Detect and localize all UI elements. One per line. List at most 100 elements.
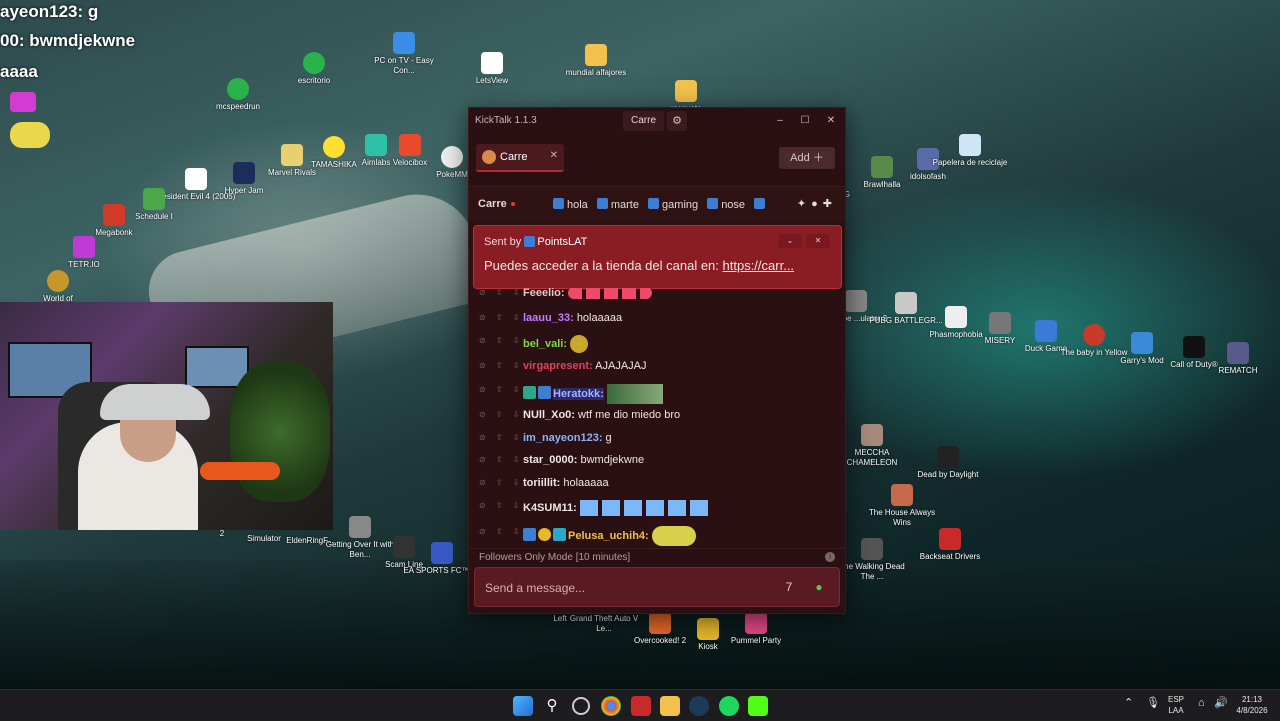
- message-actions[interactable]: ⊘ ⇧ ⇩: [479, 527, 524, 536]
- chat-username[interactable]: star_0000:: [523, 454, 577, 466]
- desktop-icon-label: TETR.IO: [68, 260, 100, 269]
- desktop-icon-mundial[interactable]: mundial alfajores: [556, 44, 636, 78]
- close-icon[interactable]: ✕: [823, 113, 839, 129]
- desktop-icon-letsview[interactable]: LetsView: [452, 52, 532, 86]
- chrome-icon[interactable]: [601, 696, 621, 716]
- message-actions[interactable]: ⊘ ⇧ ⇩: [479, 361, 524, 370]
- desktop-icon-megabonk[interactable]: Megabonk: [74, 204, 154, 238]
- desktop-icon-pc-on-tv[interactable]: PC on TV - Easy Con...: [364, 32, 444, 76]
- chat-username[interactable]: im_nayeon123:: [523, 432, 602, 444]
- volume-icon[interactable]: 🔊: [1214, 698, 1228, 709]
- task-view-icon[interactable]: [572, 697, 590, 715]
- chat-username[interactable]: K4SUM11:: [523, 502, 577, 514]
- desktop-icon-label: PokeMM: [436, 170, 468, 179]
- emote-icon: [579, 500, 712, 516]
- desktop-icon-label: Kiosk: [698, 642, 718, 651]
- spotify-icon[interactable]: [719, 696, 739, 716]
- desktop-icon-hyperjam[interactable]: Hyper Jam: [204, 162, 284, 196]
- file-explorer-icon[interactable]: [660, 696, 680, 716]
- message-actions[interactable]: ⊘ ⇧ ⇩: [479, 410, 524, 419]
- message-line: bel_vali:: [523, 335, 589, 353]
- tag-label[interactable]: hola: [567, 199, 588, 211]
- clock[interactable]: 21:13 4/8/2026: [1230, 694, 1274, 716]
- desktop-icon-left[interactable]: Left: [520, 614, 600, 624]
- chat-message: ⊘ ⇧ ⇩ laauu_33: holaaaaa: [469, 308, 839, 330]
- chat-username[interactable]: NUll_Xo0:: [523, 409, 575, 421]
- title-bar[interactable]: KickTalk 1.1.3 Carre ⚙ – ☐ ✕: [469, 108, 845, 134]
- add-button-label: Add: [790, 152, 810, 164]
- network-icon[interactable]: ⌂: [1198, 698, 1205, 709]
- chat-username[interactable]: toriillit:: [523, 477, 560, 489]
- chat-username[interactable]: laauu_33:: [523, 312, 574, 324]
- chat-username[interactable]: Feeelio:: [523, 288, 565, 299]
- steam-icon[interactable]: [689, 696, 709, 716]
- maximize-icon[interactable]: ☐: [797, 113, 813, 129]
- desktop-icon-label: Backseat Drivers: [919, 552, 981, 561]
- channel-avatar-icon: [482, 150, 496, 164]
- desktop-icon-two[interactable]: 2: [182, 529, 262, 539]
- tag-label[interactable]: gaming: [662, 199, 698, 211]
- user-icon[interactable]: ●: [811, 198, 823, 210]
- message-actions[interactable]: ⊘ ⇧ ⇩: [479, 313, 524, 322]
- info-icon[interactable]: i: [825, 552, 835, 562]
- webcam-feed: [0, 302, 333, 530]
- webcam-plant: [230, 362, 330, 502]
- tab-carre[interactable]: Carre ✕: [476, 144, 564, 172]
- app-icon[interactable]: [631, 696, 651, 716]
- 7tv-icon[interactable]: 7: [779, 577, 799, 597]
- language-indicator[interactable]: ESP LAA: [1168, 694, 1184, 716]
- desktop-icon-backseat[interactable]: Backseat Drivers: [910, 528, 990, 562]
- chat-text: bwmdjekwne: [580, 454, 645, 466]
- minimize-icon[interactable]: –: [772, 113, 788, 129]
- message-actions[interactable]: ⊘ ⇧ ⇩: [479, 385, 524, 394]
- close-tab-icon[interactable]: ✕: [550, 150, 558, 161]
- search-icon[interactable]: ⚲: [542, 696, 562, 716]
- tag-label[interactable]: marte: [611, 199, 639, 211]
- message-actions[interactable]: ⊘ ⇧ ⇩: [479, 455, 524, 464]
- unpin-icon[interactable]: ✕: [806, 234, 830, 248]
- chevron-up-icon[interactable]: ⌃: [1124, 698, 1133, 709]
- chat-username[interactable]: Heratokk:: [553, 387, 604, 400]
- pin-icon[interactable]: ✦: [797, 198, 811, 210]
- message-actions[interactable]: ⊘ ⇧ ⇩: [479, 288, 524, 297]
- channel-button[interactable]: Carre: [623, 111, 665, 131]
- desktop-icon-pummel[interactable]: Pummel Party: [716, 612, 796, 646]
- microphone-icon[interactable]: 🎙: [1146, 698, 1160, 709]
- emote-picker-icon[interactable]: ●: [809, 577, 829, 597]
- tab-label: Carre: [500, 151, 528, 163]
- gmod-icon: [1131, 332, 1153, 354]
- add-button[interactable]: Add ＋: [779, 147, 835, 169]
- message-actions[interactable]: ⊘ ⇧ ⇩: [479, 501, 524, 510]
- desktop-icon-dbd[interactable]: Dead by Daylight: [908, 446, 988, 480]
- message-input[interactable]: [483, 578, 767, 598]
- message-actions[interactable]: ⊘ ⇧ ⇩: [479, 478, 524, 487]
- escape-icon: [845, 290, 867, 312]
- pushpin-icon[interactable]: ✚: [823, 198, 837, 210]
- message-line: laauu_33: holaaaaa: [523, 312, 622, 324]
- desktop-icon-rematch[interactable]: REMATCH: [1198, 342, 1278, 376]
- gettingover-icon: [349, 516, 371, 538]
- overlay-line: ayeon123: g: [0, 2, 99, 21]
- desktop-icon-recycle[interactable]: Papelera de reciclaje: [930, 134, 1010, 168]
- chevron-down-icon[interactable]: ⌄: [778, 234, 802, 248]
- overlay-line: 00: bwmdjekwne: [0, 31, 136, 50]
- pinned-link[interactable]: https://carr...: [723, 258, 795, 273]
- desktop-icon-mcspeedrun[interactable]: mcspeedrun: [198, 78, 278, 112]
- message-actions[interactable]: ⊘ ⇧ ⇩: [479, 336, 524, 345]
- desktop-icon-escritorio[interactable]: escritorio: [274, 52, 354, 86]
- desktop-icon-house[interactable]: The House Always Wins: [862, 484, 942, 528]
- desktop-icon-tetrio[interactable]: TETR.IO: [44, 236, 124, 270]
- tag-label[interactable]: nose: [721, 199, 745, 211]
- chat-username[interactable]: virgapresent:: [523, 360, 593, 372]
- chat-username[interactable]: bel_vali:: [523, 338, 567, 350]
- message-actions[interactable]: ⊘ ⇧ ⇩: [479, 433, 524, 442]
- kick-icon[interactable]: [748, 696, 768, 716]
- desktop-icon-wow[interactable]: World of: [18, 270, 98, 304]
- windows-start-icon[interactable]: [513, 696, 533, 716]
- gear-icon[interactable]: ⚙: [667, 111, 687, 131]
- verified-icon: [523, 527, 536, 541]
- desktop-icon-label: The Walking Dead The ...: [839, 562, 905, 581]
- chat-username[interactable]: Pelusa_uchih4:: [568, 530, 649, 542]
- folder-icon: [585, 44, 607, 66]
- clock-time: 21:13: [1241, 695, 1263, 704]
